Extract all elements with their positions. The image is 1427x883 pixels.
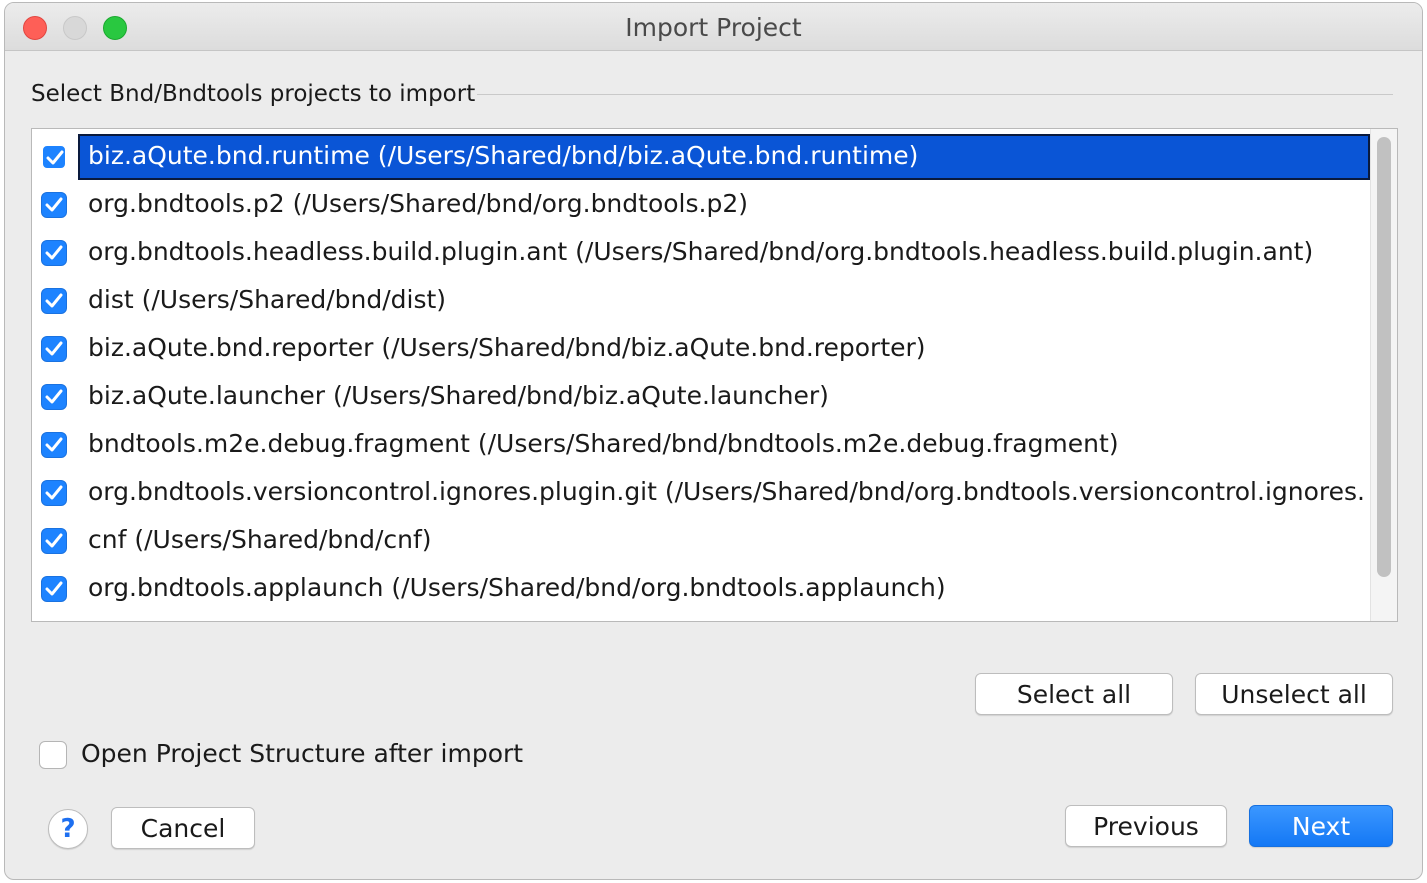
project-label: bndtools.m2e.debug.fragment (/Users/Shar… [88,429,1119,458]
project-row[interactable]: org.bndtools.applaunch (/Users/Shared/bn… [32,564,1372,612]
checkmark-icon [45,389,63,404]
open-structure-label[interactable]: Open Project Structure after import [81,739,523,768]
project-checkbox[interactable] [41,144,67,170]
project-label: biz.aQute.bnd.runtime (/Users/Shared/bnd… [88,141,919,170]
checkmark-icon [45,341,63,356]
cancel-button[interactable]: Cancel [111,807,255,849]
project-list[interactable]: biz.aQute.bnd.runtime (/Users/Shared/bnd… [31,128,1398,622]
project-label: org.bndtools.applaunch (/Users/Shared/bn… [88,573,946,602]
checkmark-icon [46,150,64,165]
checkmark-icon [45,293,63,308]
project-row[interactable]: dist (/Users/Shared/bnd/dist) [32,276,1372,324]
checkmark-icon [45,437,63,452]
next-label: Next [1291,812,1351,841]
project-checkbox[interactable] [41,384,67,410]
unselect-all-button[interactable]: Unselect all [1195,673,1393,715]
project-label: biz.aQute.launcher (/Users/Shared/bnd/bi… [88,381,829,410]
title-bar: Import Project [5,3,1422,51]
project-checkbox[interactable] [41,288,67,314]
select-all-label: Select all [1016,680,1132,709]
section-divider [477,94,1393,95]
next-button[interactable]: Next [1249,805,1393,847]
checkmark-icon [45,485,63,500]
open-structure-checkbox[interactable] [39,741,67,769]
project-checkbox[interactable] [41,240,67,266]
checkmark-icon [45,581,63,596]
unselect-all-label: Unselect all [1221,680,1367,709]
select-all-button[interactable]: Select all [975,673,1173,715]
project-label: org.bndtools.p2 (/Users/Shared/bnd/org.b… [88,189,748,218]
cancel-label: Cancel [140,814,226,843]
project-checkbox[interactable] [41,336,67,362]
checkmark-icon [45,197,63,212]
previous-label: Previous [1093,812,1199,841]
project-row[interactable]: bndtools.m2e.debug.fragment (/Users/Shar… [32,420,1372,468]
project-label: cnf (/Users/Shared/bnd/cnf) [88,525,432,554]
project-label: org.bndtools.headless.build.plugin.ant (… [88,237,1314,266]
project-row[interactable]: biz.aQute.bnd.runtime (/Users/Shared/bnd… [32,132,1372,180]
project-checkbox[interactable] [41,432,67,458]
project-row[interactable]: cnf (/Users/Shared/bnd/cnf) [32,516,1372,564]
checkmark-icon [45,533,63,548]
scrollbar-thumb[interactable] [1377,137,1391,577]
project-row[interactable]: org.bndtools.headless.build.plugin.ant (… [32,228,1372,276]
project-row[interactable]: biz.aQute.bnd.reporter (/Users/Shared/bn… [32,324,1372,372]
section-label: Select Bnd/Bndtools projects to import [31,81,476,107]
list-scrollbar[interactable] [1370,129,1397,621]
project-row[interactable]: org.bndtools.p2 (/Users/Shared/bnd/org.b… [32,180,1372,228]
project-checkbox[interactable] [41,480,67,506]
window-title: Import Project [625,13,802,42]
project-checkbox[interactable] [41,528,67,554]
project-label: biz.aQute.bnd.reporter (/Users/Shared/bn… [88,333,926,362]
project-label: dist (/Users/Shared/bnd/dist) [88,285,447,314]
project-label: org.bndtools.versioncontrol.ignores.plug… [88,477,1365,506]
previous-button[interactable]: Previous [1065,805,1227,847]
import-project-dialog: Import Project Select Bnd/Bndtools proje… [4,2,1423,880]
project-checkbox[interactable] [41,576,67,602]
checkmark-icon [45,245,63,260]
project-row[interactable]: biz.aQute.launcher (/Users/Shared/bnd/bi… [32,372,1372,420]
project-checkbox[interactable] [41,192,67,218]
project-row[interactable]: org.bndtools.versioncontrol.ignores.plug… [32,468,1372,516]
help-button[interactable]: ? [48,809,88,849]
